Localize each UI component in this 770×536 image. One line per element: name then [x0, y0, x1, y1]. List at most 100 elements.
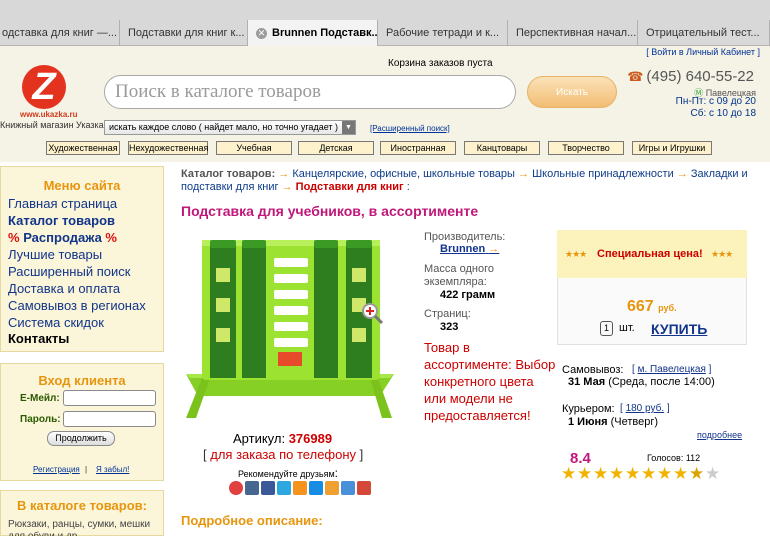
star-icon[interactable]: ★: [673, 465, 688, 483]
category-creativity[interactable]: Творчество: [548, 141, 624, 155]
menu-item-contacts[interactable]: Контакты: [8, 331, 69, 346]
star-icon[interactable]: ★: [561, 465, 576, 483]
phone-text: (495) 640-55-22: [646, 68, 754, 85]
category-stationery[interactable]: Канцтовары: [464, 141, 540, 155]
book-stand-illustration: [186, 240, 394, 418]
password-label: Пароль:: [20, 414, 61, 425]
price: 667 руб.: [627, 298, 677, 316]
menu-item-discounts[interactable]: Система скидок: [8, 315, 104, 330]
category-games-toys[interactable]: Игры и Игрушки: [632, 141, 712, 155]
vk-icon[interactable]: [245, 481, 259, 495]
half-star-icon[interactable]: ★: [689, 465, 704, 483]
logo-url: www.ukazka.ru: [20, 110, 78, 119]
courier-date-day: 1 Июня: [568, 416, 608, 428]
product-image[interactable]: [180, 228, 400, 428]
pickup-date-day: 31 Мая: [568, 376, 606, 388]
more-details-link[interactable]: подробнее: [697, 430, 742, 440]
star-icon[interactable]: ★: [641, 465, 656, 483]
breadcrumb-current[interactable]: Подставки для книг: [296, 181, 404, 193]
share-icon[interactable]: [229, 481, 243, 495]
pickup-location-link[interactable]: м. Павелецкая: [638, 364, 706, 375]
search-input[interactable]: Поиск в каталоге товаров: [104, 75, 516, 109]
article-number: Артикул: 376989: [233, 431, 332, 446]
close-icon[interactable]: ✕: [256, 28, 267, 39]
stars-icon: ★★★: [565, 249, 587, 259]
blogger-icon[interactable]: [341, 481, 355, 495]
tab-label: Подставки для книг к...: [128, 27, 245, 39]
email-label: E-Мейл:: [20, 393, 60, 404]
twitter-icon[interactable]: [277, 481, 291, 495]
cart-status[interactable]: Корзина заказов пуста: [388, 58, 493, 69]
advanced-search-link[interactable]: [Расширенный поиск]: [370, 124, 450, 133]
category-educational[interactable]: Учебная: [216, 141, 292, 155]
browser-tab[interactable]: Подставки для книг к...: [120, 20, 248, 46]
category-foreign[interactable]: Иностранная: [380, 141, 456, 155]
menu-item-home[interactable]: Главная страница: [8, 196, 117, 211]
star-icon[interactable]: ★: [593, 465, 608, 483]
browser-tab-bar: одставка для книг —... Подставки для кни…: [0, 0, 770, 46]
catalog-title: В каталоге товаров:: [16, 498, 147, 513]
buy-button[interactable]: КУПИТЬ: [651, 321, 707, 337]
recommend-text: Рекомендуйте друзьям: [238, 469, 335, 479]
google-plus-icon[interactable]: [357, 481, 371, 495]
catalog-item[interactable]: Рюкзаки, ранцы, сумки, мешки для обуви и…: [8, 519, 158, 536]
tab-label: Brunnen Подставк...: [272, 27, 378, 39]
breadcrumb-suffix: :: [406, 181, 410, 193]
price-value: 667: [627, 298, 654, 315]
livejournal-icon[interactable]: [325, 481, 339, 495]
register-link[interactable]: Регистрация: [33, 465, 80, 474]
site-logo[interactable]: Z: [22, 65, 66, 109]
login-button[interactable]: Продолжить: [47, 431, 115, 446]
menu-item-sale[interactable]: % Распродажа %: [8, 230, 117, 245]
courier-price-link[interactable]: 180 руб.: [626, 403, 665, 414]
zoom-icon[interactable]: [360, 301, 384, 325]
browser-tab[interactable]: одставка для книг —...: [0, 20, 120, 46]
order-by-phone-link[interactable]: для заказа по телефону: [210, 447, 356, 462]
star-icon[interactable]: ★: [577, 465, 592, 483]
link-separator: |: [85, 465, 88, 474]
mailru-icon[interactable]: [309, 481, 323, 495]
star-icon[interactable]: ★: [609, 465, 624, 483]
tab-label: Рабочие тетради и к...: [386, 27, 500, 39]
category-children[interactable]: Детская: [298, 141, 374, 155]
browser-tab-active[interactable]: ✕ Brunnen Подставк...: [248, 20, 378, 46]
description-title: Подробное описание:: [181, 513, 323, 528]
phone-number: ☎ (495) 640-55-22: [627, 68, 754, 85]
menu-item-delivery[interactable]: Доставка и оплата: [8, 281, 120, 296]
bracket-close: ]: [359, 447, 364, 462]
search-button[interactable]: Искать: [527, 76, 617, 108]
browser-tab[interactable]: Отрицательный тест...: [638, 20, 770, 46]
search-mode-select[interactable]: искать каждое слово ( найдет мало, но то…: [104, 120, 356, 135]
password-field[interactable]: [63, 411, 156, 427]
publisher-link[interactable]: Brunnen →: [440, 243, 499, 255]
star-icon[interactable]: ★: [657, 465, 672, 483]
browser-tab[interactable]: Рабочие тетради и к...: [378, 20, 508, 46]
article-value: 376989: [288, 431, 333, 446]
facebook-icon[interactable]: [261, 481, 275, 495]
courier-label: Курьером:: [562, 403, 615, 415]
category-fiction[interactable]: Художественная: [46, 141, 120, 155]
forgot-password-link[interactable]: Я забыл!: [96, 465, 129, 474]
login-title: Вход клиента: [38, 373, 126, 388]
menu-item-sale-label: Распродажа: [23, 230, 102, 245]
category-nonfiction[interactable]: Нехудожественная: [128, 141, 208, 155]
product-title: Подставка для учебников, в ассортименте: [181, 203, 479, 219]
pickup-date-detail: (Среда, после 14:00): [608, 376, 715, 388]
odnoklassniki-icon[interactable]: [293, 481, 307, 495]
breadcrumb-item[interactable]: Канцелярские, офисные, школьные товары: [292, 168, 515, 180]
menu-item-pickup-regions[interactable]: Самовывоз в регионах: [8, 298, 146, 313]
star-icon[interactable]: ★: [625, 465, 640, 483]
stars-icon: ★★★: [711, 249, 733, 259]
email-field[interactable]: [63, 390, 156, 406]
empty-star-icon[interactable]: ★: [705, 465, 720, 483]
quantity-input[interactable]: 1: [600, 321, 613, 336]
breadcrumb-label: Каталог товаров:: [181, 168, 276, 180]
menu-item-best[interactable]: Лучшие товары: [8, 247, 102, 262]
assortment-note: Товар в ассортименте: Выбор конкретного …: [424, 340, 556, 423]
browser-tab[interactable]: Перспективная начал...: [508, 20, 638, 46]
menu-item-advanced-search[interactable]: Расширенный поиск: [8, 264, 130, 279]
weight-label: Масса одного экземпляра:: [424, 263, 494, 288]
personal-cabinet-link[interactable]: [ Войти в Личный Кабинет ]: [646, 47, 760, 57]
breadcrumb-item[interactable]: Школьные принадлежности: [532, 168, 674, 180]
menu-item-catalog[interactable]: Каталог товаров: [8, 213, 115, 228]
